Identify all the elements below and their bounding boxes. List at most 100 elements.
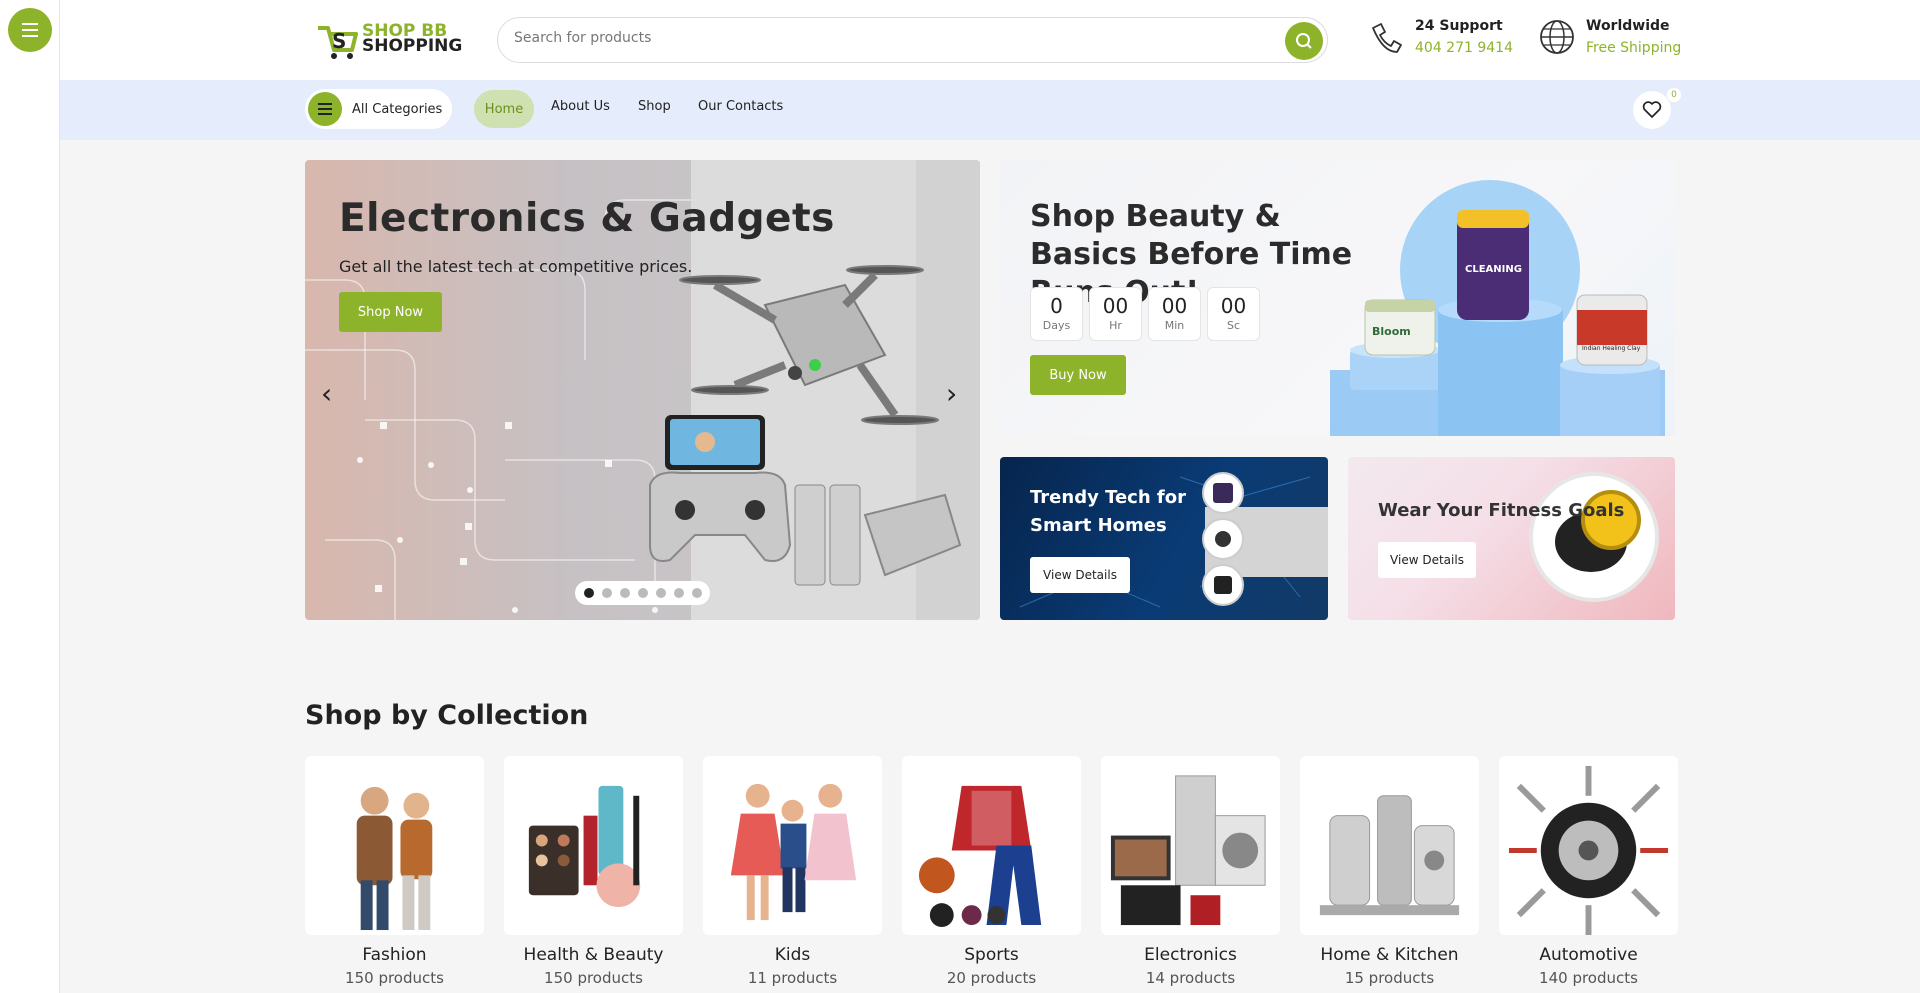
collection-name[interactable]: Kids: [703, 945, 882, 965]
countdown-value: 00: [1102, 294, 1129, 318]
countdown-hr: 00 Hr: [1089, 287, 1142, 341]
collection-count: 14 products: [1145, 969, 1236, 987]
collection-count: 150 products: [544, 969, 643, 987]
collection-name[interactable]: Health & Beauty: [504, 945, 683, 965]
clay-label: Indian Healing Clay: [1582, 345, 1641, 352]
site-logo[interactable]: S SHOP BB SHOPPING: [314, 18, 462, 60]
collection-card-kids[interactable]: Kids 11 products: [703, 756, 882, 987]
logo-text: SHOP BB SHOPPING: [362, 23, 463, 56]
collection-card-electronics[interactable]: Electronics 14 products: [1101, 756, 1280, 987]
slider-prev-arrow[interactable]: ‹: [321, 377, 332, 410]
smart-home-view-details-button[interactable]: View Details: [1030, 557, 1130, 593]
smart-home-title: Trendy Tech for Smart Homes: [1030, 487, 1187, 536]
collection-card-fashion[interactable]: Fashion 150 products: [305, 756, 484, 987]
fitness-view-details-button[interactable]: View Details: [1378, 542, 1476, 578]
collection-image-home-kitchen[interactable]: [1300, 756, 1479, 935]
collection-name[interactable]: Sports: [902, 945, 1081, 965]
collection-card-health-beauty[interactable]: Health & Beauty 150 products: [504, 756, 683, 987]
bloom-label: Bloom: [1372, 325, 1411, 338]
slider-dot[interactable]: [691, 588, 702, 598]
slider-dot[interactable]: [583, 588, 594, 598]
menu-toggle-button[interactable]: [8, 8, 52, 52]
heart-icon: [1642, 101, 1662, 118]
fitness-tile[interactable]: Wear Your Fitness Goals View Details: [1348, 457, 1675, 620]
countdown-days: 0 Days: [1030, 287, 1083, 341]
menu-icon-bar: [22, 35, 38, 37]
nav-contacts-link[interactable]: Our Contacts: [698, 99, 783, 114]
collection-count: 140 products: [1539, 969, 1638, 987]
logo-icon: S: [318, 26, 358, 59]
shipping-info: Worldwide Free Shipping: [1538, 18, 1681, 56]
cleaning-label: CLEANING: [1465, 264, 1522, 275]
globe-icon: [1540, 20, 1574, 54]
countdown-value: 0: [1050, 294, 1063, 318]
shipping-sub: Free Shipping: [1586, 40, 1682, 56]
collection-image-fashion[interactable]: [305, 756, 484, 935]
nav-shop-link[interactable]: Shop: [638, 99, 671, 114]
collection-section-title: Shop by Collection: [305, 700, 589, 731]
collection-count: 11 products: [747, 969, 838, 987]
smart-device-thumb-2: [1202, 518, 1244, 560]
search-button[interactable]: [1285, 22, 1323, 60]
fitness-product-image: [1529, 472, 1659, 602]
shipping-title: Worldwide: [1586, 18, 1670, 34]
collection-image-health-beauty[interactable]: [504, 756, 683, 935]
slider-dot[interactable]: [637, 588, 648, 598]
slider-dot[interactable]: [601, 588, 612, 598]
slider-pagination: [575, 581, 710, 605]
support-phone[interactable]: 404 271 9414: [1415, 40, 1513, 56]
drone-product-image: [649, 265, 962, 586]
support-info: 24 Support 404 271 9414: [1367, 18, 1513, 56]
collection-count: 20 products: [946, 969, 1037, 987]
countdown-unit: Min: [1164, 319, 1185, 332]
all-categories-button[interactable]: All Categories: [305, 89, 452, 129]
left-rail: [0, 0, 60, 993]
nav-about-link[interactable]: About Us: [551, 99, 610, 114]
categories-menu-icon: [308, 92, 342, 126]
collection-card-home-kitchen[interactable]: Home & Kitchen 15 products: [1300, 756, 1479, 987]
search-icon: [1296, 33, 1312, 49]
slider-dot[interactable]: [673, 588, 684, 598]
countdown-unit: Sc: [1226, 319, 1241, 332]
collection-image-electronics[interactable]: [1101, 756, 1280, 935]
collection-name[interactable]: Electronics: [1101, 945, 1280, 965]
buy-now-button[interactable]: Buy Now: [1030, 355, 1126, 395]
countdown-value: 00: [1161, 294, 1188, 318]
collection-image-kids[interactable]: [703, 756, 882, 935]
fitness-title: Wear Your Fitness Goals: [1378, 500, 1625, 521]
hero-subtitle: Get all the latest tech at competitive p…: [339, 257, 693, 276]
countdown-unit: Days: [1042, 319, 1071, 332]
nav-home-link[interactable]: Home: [474, 90, 534, 128]
logo-line-2: SHOPPING: [362, 36, 463, 56]
collection-image-automotive[interactable]: [1499, 756, 1678, 935]
slider-next-arrow[interactable]: ›: [946, 377, 957, 410]
menu-icon: [22, 23, 38, 25]
collection-grid: Fashion 150 products Health & Beauty 150 pr…: [305, 756, 1678, 987]
svg-text:S: S: [332, 29, 346, 53]
countdown-value: 00: [1220, 294, 1247, 318]
all-categories-label: All Categories: [352, 101, 443, 117]
countdown-unit: Hr: [1109, 319, 1122, 332]
podium-product-image: Bloom CLEANING Indian Healing Clay: [1330, 180, 1665, 436]
collection-count: 15 products: [1344, 969, 1435, 987]
menu-icon-bar: [22, 29, 38, 31]
collection-name[interactable]: Home & Kitchen: [1300, 945, 1479, 965]
collection-count: 150 products: [345, 969, 444, 987]
slider-dot[interactable]: [619, 588, 630, 598]
smart-device-thumb-3: [1202, 564, 1244, 606]
collection-card-automotive[interactable]: Automotive 140 products: [1499, 756, 1678, 987]
collection-name[interactable]: Automotive: [1499, 945, 1678, 965]
smart-device-thumb-1: [1202, 472, 1244, 514]
smart-home-tile[interactable]: Trendy Tech for Smart Homes View Details: [1000, 457, 1328, 620]
shop-now-button[interactable]: Shop Now: [339, 292, 442, 332]
collection-name[interactable]: Fashion: [305, 945, 484, 965]
collection-image-sports[interactable]: [902, 756, 1081, 935]
support-icon: [1372, 23, 1402, 53]
search-input[interactable]: [514, 30, 1214, 46]
slider-dot[interactable]: [655, 588, 666, 598]
search-bar: [497, 17, 1328, 63]
collection-card-sports[interactable]: Sports 20 products: [902, 756, 1081, 987]
hero-slider: Electronics & Gadgets Get all the latest…: [305, 160, 980, 620]
hero-title: Electronics & Gadgets: [339, 196, 835, 241]
main-navbar: All Categories Home About Us Shop Our Co…: [60, 80, 1920, 140]
